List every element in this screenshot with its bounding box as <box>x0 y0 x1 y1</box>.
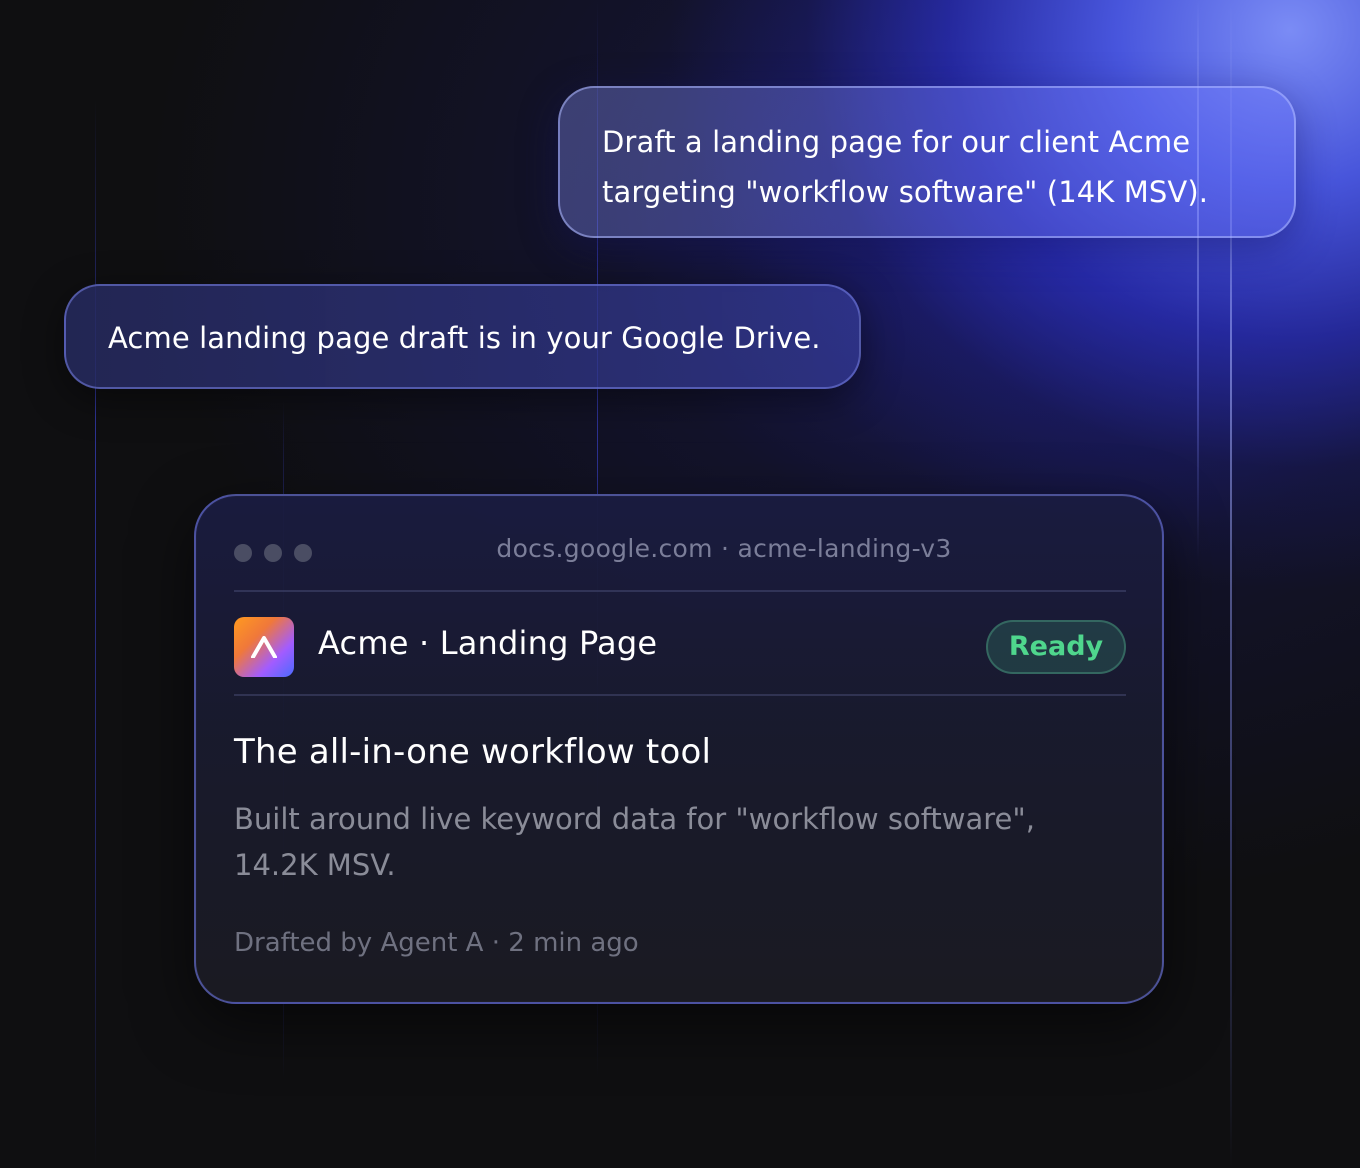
agent-message-bubble: Acme landing page draft is in your Googl… <box>64 284 861 389</box>
acme-logo-glyph <box>251 636 277 658</box>
agent-message-text: Acme landing page draft is in your Googl… <box>108 321 821 355</box>
grid-line <box>1197 0 1199 560</box>
document-meta: Drafted by Agent A · 2 min ago <box>234 928 639 958</box>
document-preview-card[interactable]: docs.google.com · acme-landing-v3 Acme ·… <box>194 494 1164 1004</box>
divider <box>234 590 1126 592</box>
document-description: Built around live keyword data for "work… <box>234 802 1035 882</box>
document-url: docs.google.com · acme-landing-v3 <box>496 534 952 563</box>
status-badge: Ready <box>986 620 1126 674</box>
divider <box>234 694 1126 696</box>
document-headline: The all-in-one workflow tool <box>234 732 712 772</box>
user-message-bubble: Draft a landing page for our client Acme… <box>558 86 1296 238</box>
grid-line <box>95 100 96 1168</box>
user-message-text: Draft a landing page for our client Acme… <box>602 125 1209 209</box>
acme-logo-icon <box>234 617 294 677</box>
document-title: Acme · Landing Page <box>318 624 658 662</box>
